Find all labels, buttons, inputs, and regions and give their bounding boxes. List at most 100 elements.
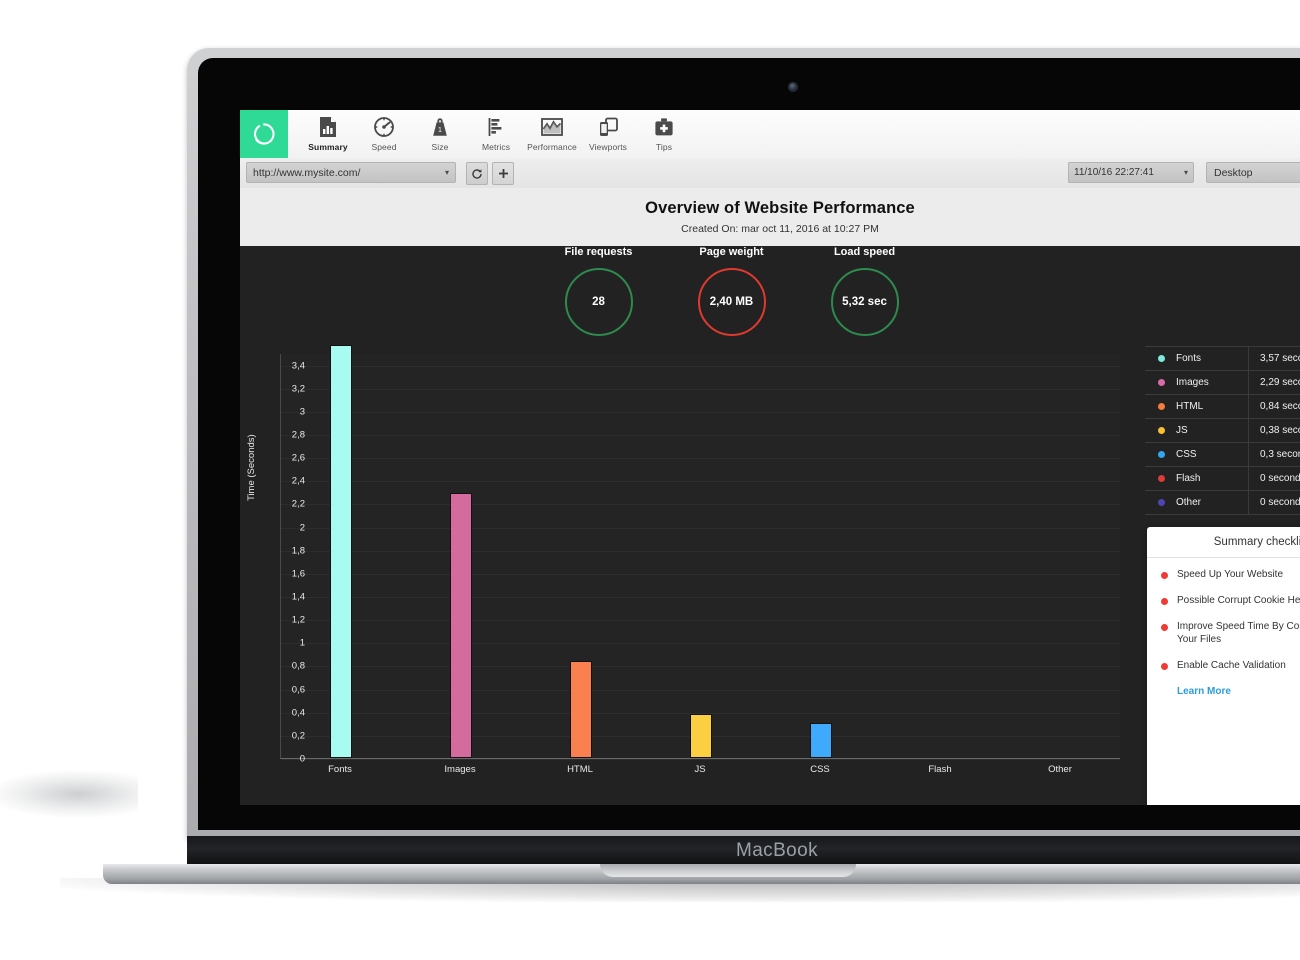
chart-bar-css[interactable] bbox=[810, 723, 832, 758]
chart-bars bbox=[281, 344, 1120, 758]
date-select[interactable]: 11/10/16 22:27:41 ▾ bbox=[1068, 162, 1194, 183]
device-select[interactable]: Desktop bbox=[1206, 162, 1300, 183]
tab-metrics[interactable]: Metrics bbox=[468, 110, 524, 158]
y-axis-tick-label: 3 bbox=[299, 406, 305, 418]
first-aid-kit-icon bbox=[653, 114, 675, 140]
checklist-item-label: Possible Corrupt Cookie Header(s) bbox=[1177, 595, 1300, 606]
legend-name: Fonts bbox=[1176, 353, 1202, 364]
x-axis-tick-label: Flash bbox=[928, 764, 952, 775]
checklist-item[interactable]: Speed Up Your Website bbox=[1147, 568, 1300, 594]
url-input[interactable]: http://www.mysite.com/ ▾ bbox=[246, 162, 456, 183]
legend-color-dot bbox=[1158, 403, 1165, 410]
y-axis-tick-label: 1,2 bbox=[291, 614, 305, 626]
desk-dust-smudge bbox=[0, 770, 138, 818]
chart-bar-html[interactable] bbox=[570, 660, 592, 758]
legend-color-dot bbox=[1158, 355, 1165, 362]
laptop-base: MacBook bbox=[187, 836, 1300, 864]
legend-color-dot bbox=[1158, 427, 1165, 434]
legend-name: CSS bbox=[1176, 449, 1197, 460]
legend-value: 0 seconds bbox=[1260, 473, 1300, 484]
y-axis-tick-label: 1 bbox=[299, 637, 305, 649]
chart-bar-fonts[interactable] bbox=[330, 344, 352, 758]
kpi-row: File requests 28 Page weight 2,40 MB Loa… bbox=[550, 246, 913, 336]
kpi-page-weight: Page weight 2,40 MB bbox=[683, 246, 780, 336]
y-axis-tick-label: 0,8 bbox=[291, 660, 305, 672]
tab-tips[interactable]: Tips bbox=[636, 110, 692, 158]
horizontal-bars-icon bbox=[486, 114, 506, 140]
checklist-bullet-icon bbox=[1161, 663, 1168, 670]
legend-name: JS bbox=[1176, 425, 1188, 436]
legend-row: Fonts 3,57 seconds bbox=[1145, 346, 1300, 371]
y-axis-tick-label: 2,4 bbox=[291, 475, 305, 487]
date-select-value: 11/10/16 22:27:41 bbox=[1074, 167, 1154, 178]
tab-tips-label: Tips bbox=[655, 142, 673, 152]
legend-row: Other 0 seconds bbox=[1145, 491, 1300, 515]
checklist-bullet-icon bbox=[1161, 598, 1168, 605]
kpi-value-circle: 28 bbox=[564, 268, 633, 336]
phone-tablet-icon bbox=[597, 114, 619, 140]
add-button[interactable] bbox=[492, 162, 514, 185]
x-axis-tick-label: Images bbox=[444, 764, 476, 775]
tab-performance[interactable]: Performance bbox=[524, 110, 580, 158]
legend-name: Other bbox=[1176, 497, 1202, 508]
tab-summary[interactable]: Summary bbox=[300, 110, 356, 158]
x-axis-tick-label: CSS bbox=[810, 764, 830, 775]
checklist-item-label: Enable Cache Validation bbox=[1177, 660, 1286, 671]
y-axis-tick-label: 3,4 bbox=[291, 360, 305, 372]
tab-metrics-label: Metrics bbox=[481, 142, 511, 152]
chart-bar-images[interactable] bbox=[450, 493, 472, 758]
tab-speed-label: Speed bbox=[371, 142, 397, 152]
tab-viewports[interactable]: Viewports bbox=[580, 110, 636, 158]
toolbar-nav: Summary Speed 1 Size Metrics Performance… bbox=[300, 110, 692, 158]
checklist-item[interactable]: Possible Corrupt Cookie Header(s) bbox=[1147, 594, 1300, 620]
checklist-item[interactable]: Improve Speed Time By Compressing Your F… bbox=[1147, 620, 1300, 659]
weight-icon: 1 bbox=[430, 114, 450, 140]
reload-button[interactable] bbox=[466, 162, 488, 185]
legend-value: 2,29 seconds bbox=[1260, 377, 1300, 388]
legend-row: HTML 0,84 seconds bbox=[1145, 395, 1300, 419]
seo-tool-logo[interactable] bbox=[240, 110, 288, 158]
y-axis-tick-label: 2,6 bbox=[291, 452, 305, 464]
page-subtitle: Created On: mar oct 11, 2016 at 10:27 PM bbox=[681, 223, 879, 235]
checklist-bullet-icon bbox=[1161, 624, 1168, 631]
kpi-file-requests: File requests 28 bbox=[550, 246, 647, 336]
legend-color-dot bbox=[1158, 475, 1165, 482]
line-chart-icon bbox=[540, 114, 564, 140]
legend-color-dot bbox=[1158, 499, 1165, 506]
tab-speed[interactable]: Speed bbox=[356, 110, 412, 158]
page-title: Overview of Website Performance bbox=[645, 199, 915, 217]
legend-value: 0,84 seconds bbox=[1260, 401, 1300, 412]
summary-checklist-card: Summary checklist Speed Up Your Website P… bbox=[1147, 527, 1300, 805]
tab-size[interactable]: 1 Size bbox=[412, 110, 468, 158]
screenshot-stage: Summary Speed 1 Size Metrics Performance… bbox=[0, 0, 1300, 960]
legend-value: 0,38 seconds bbox=[1260, 425, 1300, 436]
chart-x-axis-labels: Fonts Images HTML JS CSS Flash Other bbox=[280, 764, 1120, 782]
speedometer-gauge-icon bbox=[373, 114, 395, 140]
legend-name: Images bbox=[1176, 377, 1209, 388]
kpi-label: Load speed bbox=[833, 246, 896, 258]
legend-value: 0,3 seconds bbox=[1260, 449, 1300, 460]
reload-icon bbox=[472, 168, 482, 179]
legend-table: Fonts 3,57 seconds Images 2,29 seconds HTML 0… bbox=[1145, 346, 1300, 515]
checklist-item[interactable]: Enable Cache Validation bbox=[1147, 659, 1300, 685]
checklist-item-label: Speed Up Your Website bbox=[1177, 569, 1284, 580]
kpi-label: Page weight bbox=[699, 246, 764, 258]
x-axis-tick-label: JS bbox=[694, 764, 706, 775]
x-axis-tick-label: HTML bbox=[567, 764, 593, 775]
tab-performance-label: Performance bbox=[527, 142, 577, 152]
device-select-value: Desktop bbox=[1214, 166, 1253, 179]
y-axis-tick-label: 0,6 bbox=[291, 684, 305, 696]
legend-row: CSS 0,3 seconds bbox=[1145, 443, 1300, 467]
load-time-bar-chart: Time (Seconds) 0 0,2 0,4 0,6 0,8 1 1,2 1,4 1,6 1,… bbox=[240, 344, 1150, 805]
chart-plot-area bbox=[280, 344, 1120, 760]
learn-more-link[interactable]: Learn More bbox=[1147, 685, 1300, 697]
checklist-title: Summary checklist bbox=[1147, 527, 1300, 558]
checklist-items: Speed Up Your Website Possible Corrupt Co… bbox=[1147, 558, 1300, 685]
laptop-open-notch bbox=[600, 864, 856, 877]
legend-row: Flash 0 seconds bbox=[1145, 467, 1300, 491]
report-content: File requests 28 Page weight 2,40 MB Loa… bbox=[240, 246, 1300, 805]
legend-value: 3,57 seconds bbox=[1260, 353, 1300, 364]
chart-bar-js[interactable] bbox=[690, 714, 712, 758]
x-axis-tick-label: Fonts bbox=[328, 764, 352, 775]
y-axis-tick-label: 3,2 bbox=[291, 383, 305, 395]
